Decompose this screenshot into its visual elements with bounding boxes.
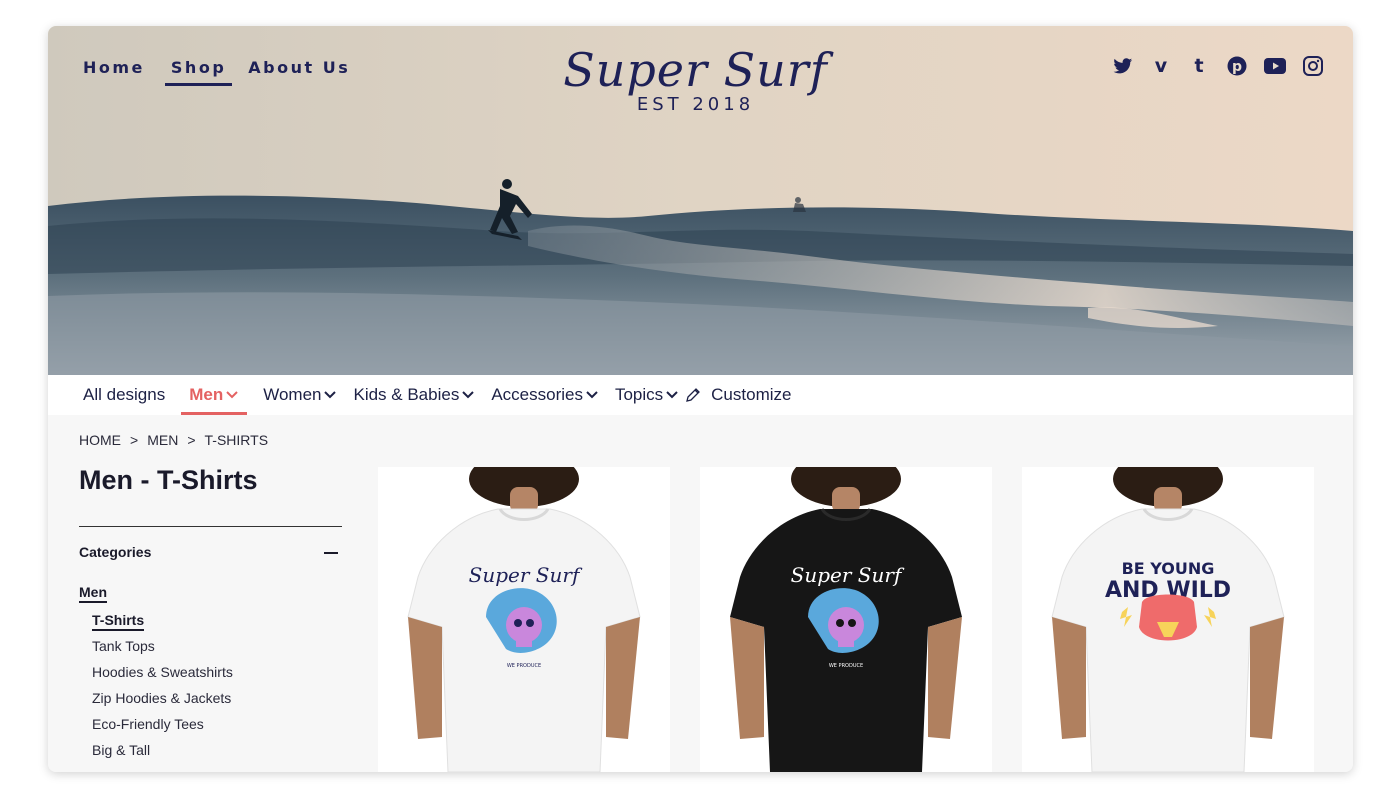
breadcrumb-men[interactable]: MEN [147, 432, 178, 448]
sidebar-divider [79, 526, 342, 527]
categories-header[interactable]: Categories [79, 544, 342, 560]
category-label: All designs [83, 385, 166, 404]
product-card[interactable]: Super Surf WE PRODUCE [378, 467, 670, 772]
category-label: Accessories [491, 385, 583, 404]
subcategory-label: Big & Tall [92, 742, 151, 758]
logo-text: Super Surf [563, 43, 828, 97]
category-label: Kids & Babies [353, 385, 460, 404]
collapse-minus-icon[interactable] [324, 552, 338, 554]
subcategory-label: Zip Hoodies & Jackets [92, 690, 232, 706]
nav-home-link[interactable]: Home [83, 58, 149, 86]
brand-logo[interactable]: Super Surf EST 2018 [563, 40, 828, 115]
chevron-down-icon [666, 391, 678, 399]
page-title: Men - T-Shirts [79, 465, 258, 495]
category-topics[interactable]: Topics [615, 375, 679, 415]
category-accessories[interactable]: Accessories [491, 375, 599, 415]
product-image: Super Surf WE PRODUCE [730, 467, 962, 772]
hero-banner: Home Shop About Us Super Surf EST 2018 v… [48, 26, 1353, 375]
category-label: Topics [614, 385, 664, 404]
svg-text:p: p [1232, 59, 1242, 75]
vimeo-icon[interactable]: v [1149, 54, 1173, 78]
chevron-down-icon [462, 391, 475, 399]
categories-heading: Categories [79, 544, 152, 560]
svg-text:WE PRODUCE: WE PRODUCE [829, 663, 863, 669]
pencil-icon [686, 388, 701, 402]
pinterest-icon[interactable]: p [1225, 54, 1249, 78]
product-card[interactable]: BE YOUNG AND WILD [1022, 467, 1314, 772]
subcategory-zip-hoodies[interactable]: Zip Hoodies & Jackets [92, 689, 233, 715]
subcategory-tshirts[interactable]: T-Shirts [92, 611, 233, 637]
chevron-down-icon [226, 390, 238, 398]
breadcrumb-separator: > [187, 432, 196, 448]
subcategory-big-tall[interactable]: Big & Tall [92, 741, 233, 767]
subcategory-list: T-Shirts Tank Tops Hoodies & Sweatshirts… [92, 611, 233, 767]
product-grid: Super Surf WE PRODUCE Super Surf WE PROD… [378, 467, 1314, 772]
category-nav: All designs Men Women Kids & Babies Acce… [48, 375, 1353, 415]
product-image: Super Surf WE PRODUCE [407, 467, 641, 772]
youtube-icon[interactable] [1263, 54, 1287, 78]
nav-shop-link[interactable]: Shop [164, 58, 233, 86]
svg-text:WE PRODUCE: WE PRODUCE [507, 663, 541, 669]
breadcrumb: HOME > MEN > T-SHIRTS [79, 432, 268, 448]
customize-label: Customize [711, 385, 792, 404]
customize-link[interactable]: Customize [686, 375, 792, 415]
category-all-designs[interactable]: All designs [83, 375, 165, 415]
category-men[interactable]: Men [181, 377, 248, 415]
product-image: BE YOUNG AND WILD [1051, 467, 1285, 772]
category-label: Women [263, 385, 322, 404]
svg-text:BE YOUNG: BE YOUNG [1122, 559, 1215, 578]
social-links: v t p [1111, 54, 1325, 78]
subcategory-label: T-Shirts [92, 612, 145, 631]
subcategory-eco-tees[interactable]: Eco-Friendly Tees [92, 715, 233, 741]
tumblr-icon[interactable]: t [1187, 54, 1211, 78]
subcategory-label: Hoodies & Sweatshirts [92, 664, 233, 680]
browser-window: Home Shop About Us Super Surf EST 2018 v… [48, 26, 1353, 772]
instagram-icon[interactable] [1301, 54, 1325, 78]
main-nav: Home Shop About Us [83, 58, 370, 86]
breadcrumb-home[interactable]: HOME [79, 432, 121, 448]
breadcrumb-tshirts: T-SHIRTS [204, 432, 269, 448]
print-text: Super Surf [469, 563, 583, 587]
subcategory-label: Eco-Friendly Tees [92, 716, 204, 732]
main-content: HOME > MEN > T-SHIRTS Men - T-Shirts Cat… [48, 415, 1353, 772]
print-text: Super Surf [791, 563, 905, 587]
subcategory-tank-tops[interactable]: Tank Tops [92, 637, 233, 663]
category-kids-babies[interactable]: Kids & Babies [353, 375, 475, 415]
subcategory-label: Tank Tops [92, 638, 155, 654]
twitter-icon[interactable] [1111, 54, 1135, 78]
chevron-down-icon [324, 391, 337, 399]
subcategory-hoodies[interactable]: Hoodies & Sweatshirts [92, 663, 233, 689]
category-women[interactable]: Women [263, 375, 337, 415]
category-label: Men [189, 384, 224, 404]
nav-about-link[interactable]: About Us [248, 58, 354, 86]
breadcrumb-separator: > [130, 432, 139, 448]
product-card[interactable]: Super Surf WE PRODUCE [700, 467, 992, 772]
category-parent-men[interactable]: Men [79, 584, 107, 603]
chevron-down-icon [586, 391, 598, 399]
